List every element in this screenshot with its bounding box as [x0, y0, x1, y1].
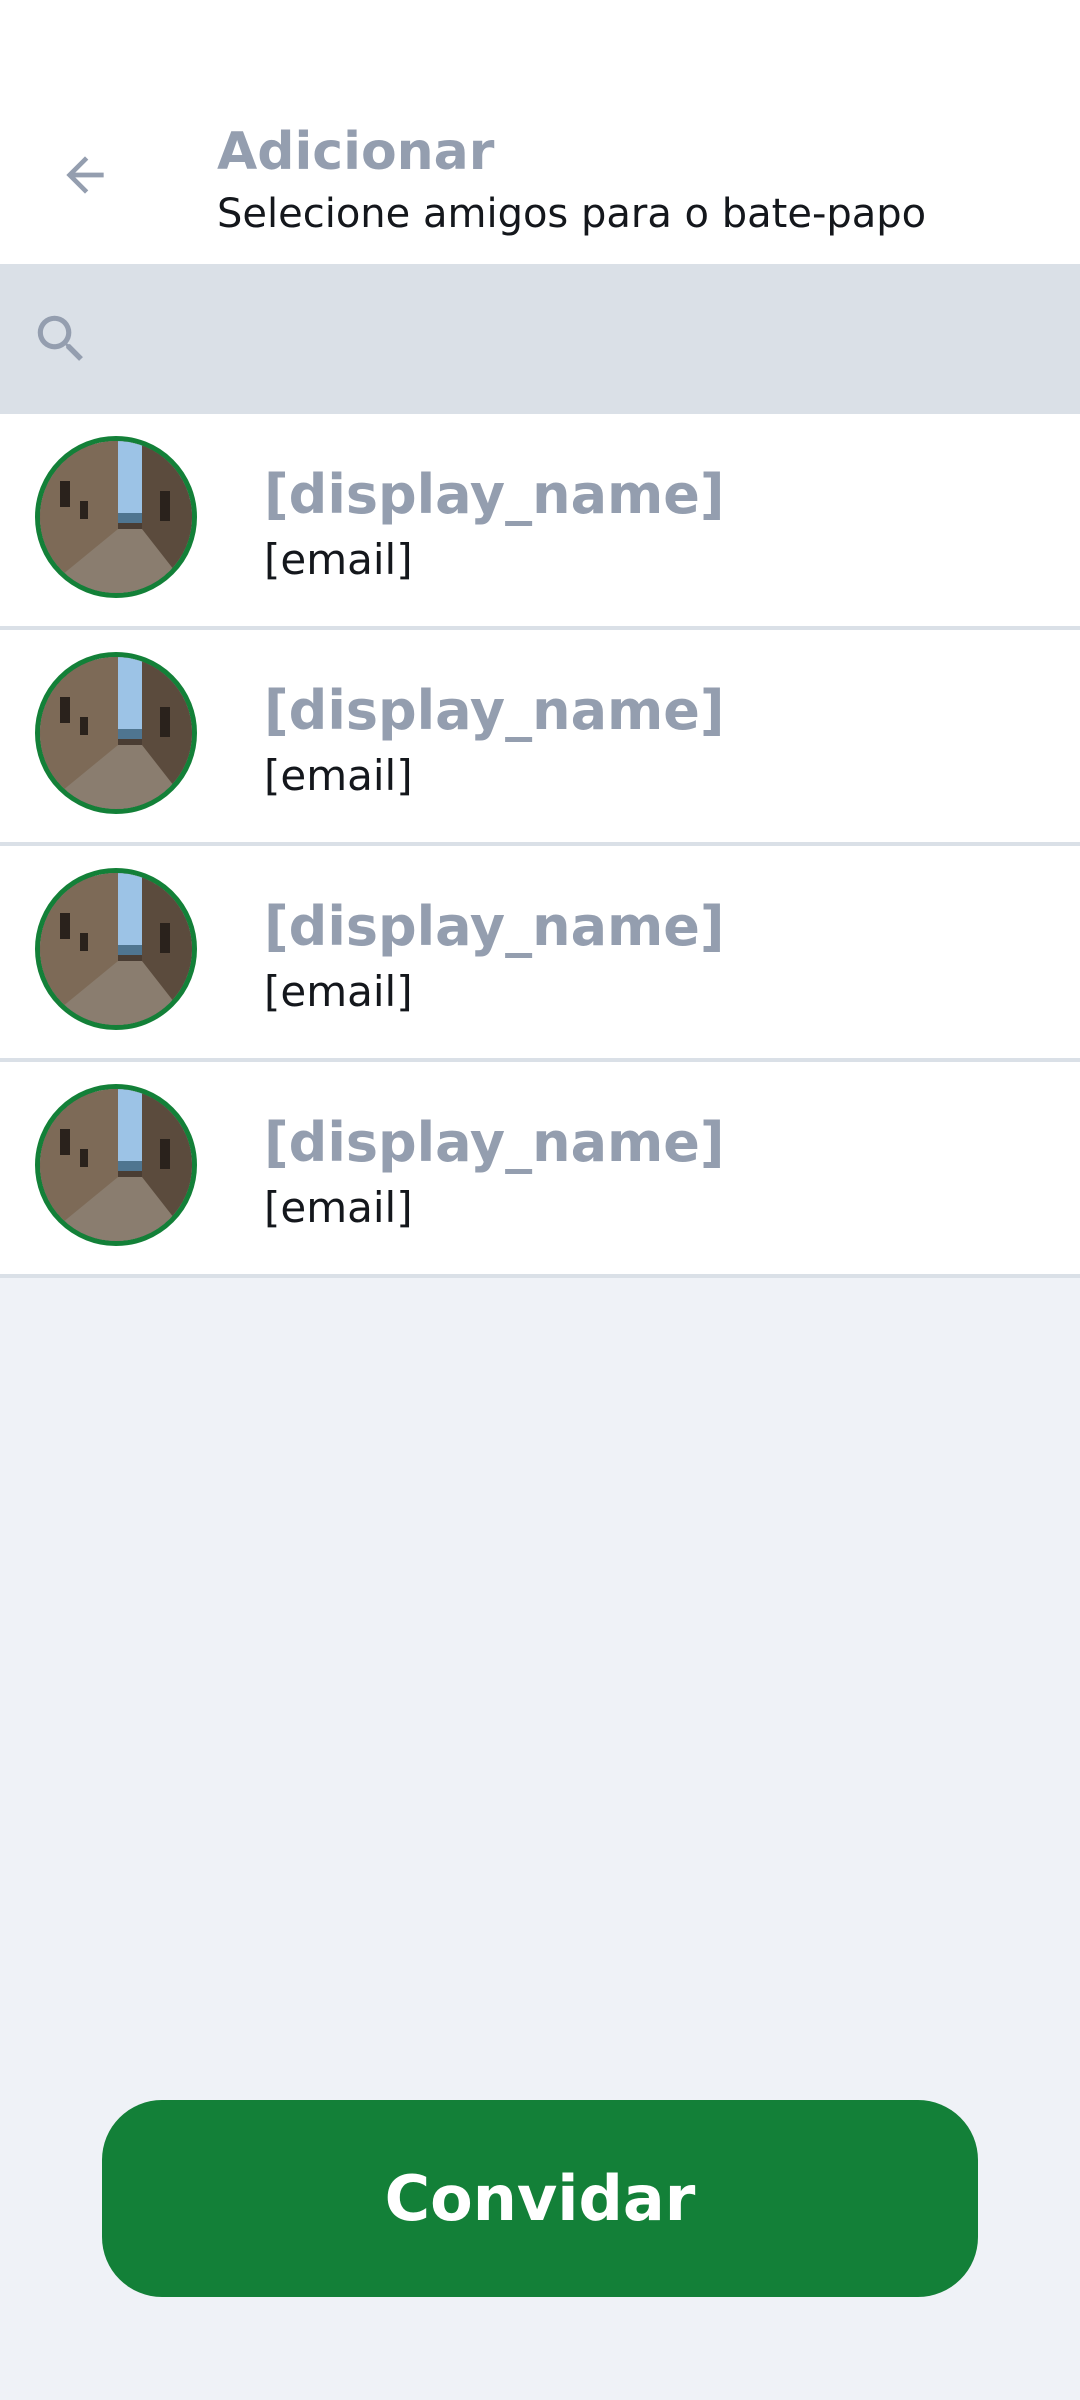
friend-list: [display_name] [email] [display_name] [e… — [0, 414, 1080, 1278]
avatar — [35, 1084, 197, 1246]
friend-email: [email] — [264, 535, 413, 584]
friend-email: [email] — [264, 751, 413, 800]
arrow-left-icon — [66, 156, 104, 194]
friend-list-item[interactable]: [display_name] [email] — [0, 414, 1080, 630]
friend-display-name: [display_name] — [264, 1111, 725, 1174]
invite-button[interactable]: Convidar — [102, 2100, 978, 2297]
avatar — [35, 868, 197, 1030]
friend-list-item[interactable]: [display_name] [email] — [0, 630, 1080, 846]
friend-list-item[interactable]: [display_name] [email] — [0, 846, 1080, 1062]
avatar — [35, 436, 197, 598]
avatar — [35, 652, 197, 814]
friend-display-name: [display_name] — [264, 679, 725, 742]
back-button[interactable] — [40, 130, 130, 220]
page-title: Adicionar — [217, 122, 495, 182]
page-subtitle: Selecione amigos para o bate-papo — [217, 191, 927, 237]
friend-email: [email] — [264, 1183, 413, 1232]
search-icon — [37, 315, 83, 361]
friend-display-name: [display_name] — [264, 895, 725, 958]
friend-email: [email] — [264, 967, 413, 1016]
friend-list-item[interactable]: [display_name] [email] — [0, 1062, 1080, 1278]
friend-display-name: [display_name] — [264, 463, 725, 526]
top-app-bar: Adicionar Selecione amigos para o bate-p… — [0, 0, 1080, 264]
search-input[interactable] — [120, 290, 1054, 388]
